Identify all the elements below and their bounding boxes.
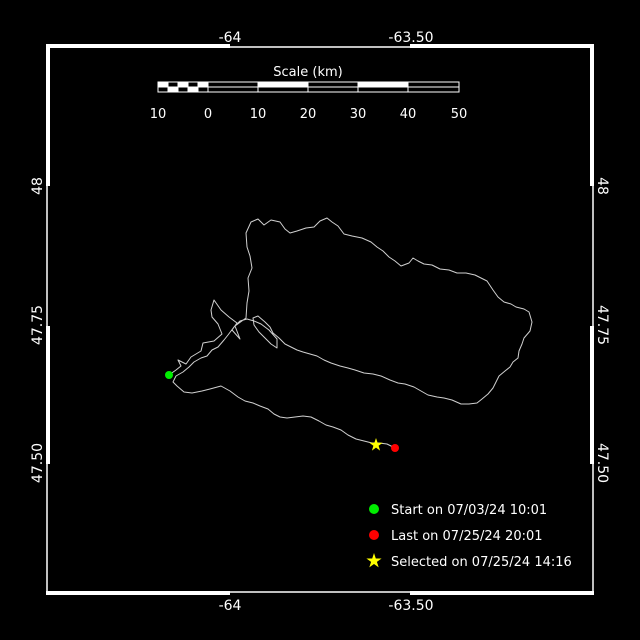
scale-tick-5: 40 [400, 107, 417, 122]
legend: Start on 07/03/24 10:01 Last on 07/25/24… [366, 503, 572, 570]
drift-map: -64 -63.50 -64 -63.50 48 47.75 47.50 48 … [0, 0, 640, 640]
lon-label-bottom-2: -63.50 [388, 598, 433, 614]
lon-label-top-2: -63.50 [388, 30, 433, 46]
lat-label-left-3: 47.50 [30, 443, 46, 483]
legend-start-label: Start on 07/03/24 10:01 [391, 503, 547, 518]
lat-label-right-2: 47.75 [594, 305, 610, 345]
scale-tick-1: 0 [204, 107, 212, 122]
start-marker [165, 371, 173, 379]
lon-label-top-1: -64 [219, 30, 242, 46]
scale-tick-2: 10 [250, 107, 267, 122]
lat-label-left-1: 48 [30, 177, 46, 195]
legend-last-label: Last on 07/25/24 20:01 [391, 529, 543, 544]
lat-label-right-3: 47.50 [594, 443, 610, 483]
lat-label-left-2: 47.75 [30, 305, 46, 345]
lat-label-right-1: 48 [594, 177, 610, 195]
map-background [0, 0, 640, 640]
scale-title: Scale (km) [273, 65, 342, 80]
last-marker [391, 444, 399, 452]
scale-tick-4: 30 [350, 107, 367, 122]
lon-label-bottom-1: -64 [219, 598, 242, 614]
legend-start-icon [369, 504, 379, 514]
legend-selected-label: Selected on 07/25/24 14:16 [391, 555, 572, 570]
scale-tick-6: 50 [451, 107, 468, 122]
scale-tick-3: 20 [300, 107, 317, 122]
scale-tick-0: 10 [150, 107, 167, 122]
legend-last-icon [369, 530, 379, 540]
